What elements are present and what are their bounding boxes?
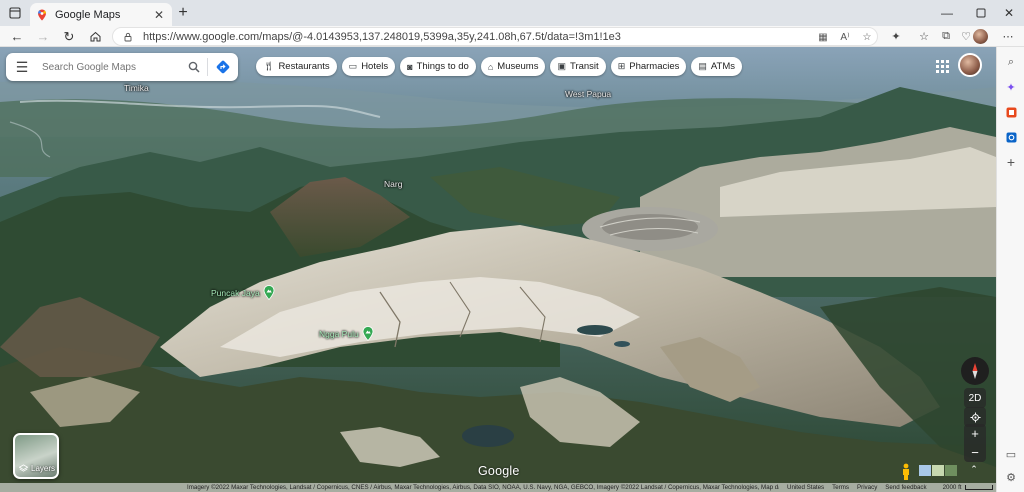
chip-restaurants[interactable]: 🍴︎ Restaurants xyxy=(256,57,337,76)
browser-tab[interactable]: Google Maps ✕ xyxy=(30,3,172,26)
address-bar[interactable]: https://www.google.com/maps/@-4.0143953,… xyxy=(112,27,878,46)
read-aloud-icon[interactable]: A⁾ xyxy=(835,28,855,47)
poi-ngga-pulu[interactable]: Ngga Pulu xyxy=(319,326,374,341)
browser-titlebar: Google Maps ✕ + — ✕ xyxy=(0,0,1024,26)
chip-museums[interactable]: ⌂ Museums xyxy=(480,57,546,76)
chip-transit[interactable]: ▣ Transit xyxy=(550,57,606,76)
chip-label: Pharmacies xyxy=(629,61,680,72)
office-icon[interactable] xyxy=(1002,103,1020,121)
privacy-link[interactable]: Privacy xyxy=(857,484,877,491)
poi-label: Ngga Pulu xyxy=(319,328,359,339)
apps-grid-icon[interactable]: ▦ xyxy=(813,28,833,47)
search-box[interactable]: ☰ xyxy=(6,53,238,81)
edge-sidebar: ⌕ ✦ + ▭ ⚙ xyxy=(996,47,1024,492)
chip-label: ATMs xyxy=(710,61,736,72)
bus-icon: ▣ xyxy=(557,61,566,71)
forward-icon[interactable]: → xyxy=(33,27,53,46)
minimize-icon[interactable]: — xyxy=(932,0,962,26)
region-link[interactable]: United States xyxy=(787,484,824,491)
new-tab-icon[interactable]: + xyxy=(175,4,191,22)
scale-bar[interactable]: 2000 ft xyxy=(943,484,993,491)
poi-puncak-jaya[interactable]: Puncak Jaya xyxy=(211,285,275,300)
museum-icon: ⌂ xyxy=(487,61,494,72)
search-icon[interactable] xyxy=(181,53,207,81)
directions-icon[interactable] xyxy=(208,53,238,81)
chip-atms[interactable]: ▤ ATMs xyxy=(691,57,743,76)
home-icon[interactable] xyxy=(85,27,105,46)
mountain-pin-icon xyxy=(263,285,275,300)
chip-label: Restaurants xyxy=(278,61,330,72)
zoom-in-button[interactable]: + xyxy=(964,424,986,443)
favorite-star-icon[interactable]: ☆ xyxy=(857,28,877,47)
chip-hotels[interactable]: ▭ Hotels xyxy=(341,57,396,76)
settings-gear-icon[interactable]: ⚙ xyxy=(1002,468,1020,486)
search-sidebar-icon[interactable]: ⌕ xyxy=(1002,53,1020,71)
expand-icon[interactable]: ⌃ xyxy=(966,464,982,478)
outlook-icon[interactable] xyxy=(1002,128,1020,146)
google-logo: Google xyxy=(478,464,520,478)
compass-icon xyxy=(972,363,978,379)
hamburger-menu-icon[interactable]: ☰ xyxy=(6,59,38,76)
pill-icon: ⊞ xyxy=(617,61,626,71)
extensions-icon[interactable]: ✦ xyxy=(886,27,906,46)
collections-icon[interactable]: ⧉ xyxy=(936,27,956,46)
profile-avatar[interactable] xyxy=(973,29,988,44)
layers-button[interactable]: Layers xyxy=(13,433,59,479)
pegman-icon[interactable] xyxy=(900,463,912,481)
scale-label: 2000 ft xyxy=(942,484,962,491)
view-2d-button[interactable]: 2D xyxy=(964,388,986,408)
reload-icon[interactable]: ↻ xyxy=(59,27,79,46)
category-chips: 🍴︎ Restaurants ▭ Hotels ◙ Things to do ⌂ Mus… xyxy=(256,57,743,76)
favorites-icon[interactable]: ☆ xyxy=(914,27,934,46)
tab-title: Google Maps xyxy=(55,8,121,21)
place-label-timika[interactable]: Timika xyxy=(124,83,149,93)
imagery-thumbnails[interactable] xyxy=(919,465,957,476)
zoom-out-button[interactable]: − xyxy=(964,443,986,462)
google-maps-favicon-icon xyxy=(38,9,46,20)
bed-icon: ▭ xyxy=(348,61,358,71)
camera-icon: ◙ xyxy=(407,61,413,72)
attribution-text: Imagery ©2022 Maxar Technologies, Landsa… xyxy=(187,484,779,491)
terms-link[interactable]: Terms xyxy=(832,484,849,491)
chip-things-to-do[interactable]: ◙ Things to do xyxy=(400,57,476,76)
poi-label: Puncak Jaya xyxy=(211,287,260,298)
account-avatar[interactable] xyxy=(958,53,982,77)
compass-button[interactable] xyxy=(961,357,989,385)
layers-label: Layers xyxy=(31,464,56,473)
close-window-icon[interactable]: ✕ xyxy=(994,0,1024,26)
chip-label: Transit xyxy=(570,61,599,72)
hide-sidebar-icon[interactable]: ▭ xyxy=(1002,445,1020,463)
tab-close-icon[interactable]: ✕ xyxy=(152,8,166,22)
zoom-controls: + − xyxy=(964,424,986,462)
layers-icon xyxy=(19,464,28,472)
maximize-icon[interactable] xyxy=(966,0,996,26)
chip-label: Things to do xyxy=(416,61,469,72)
map-footer: Imagery ©2022 Maxar Technologies, Landsa… xyxy=(0,483,996,492)
add-sidebar-app-icon[interactable]: + xyxy=(1002,153,1020,171)
mountain-pin-icon xyxy=(362,326,374,341)
place-label-narg[interactable]: Narg xyxy=(384,179,402,189)
cash-icon: ▤ xyxy=(698,61,707,71)
back-icon[interactable]: ← xyxy=(7,27,27,46)
window-menu-icon[interactable] xyxy=(0,0,30,26)
lock-icon xyxy=(124,32,132,41)
more-options-icon[interactable]: ⋯ xyxy=(998,27,1018,46)
discover-sparkle-icon[interactable]: ✦ xyxy=(1002,78,1020,96)
google-apps-icon[interactable] xyxy=(934,58,950,74)
browser-toolbar: ← → ↻ https://www.google.com/maps/@-4.01… xyxy=(0,26,1024,47)
place-label-west-papua[interactable]: West Papua xyxy=(565,89,611,99)
map-viewport[interactable]: ☰ 🍴︎Restaurants ▭Hotels ◙Things to do ⌂M… xyxy=(0,47,996,492)
satellite-terrain-image xyxy=(0,47,996,492)
fork-knife-icon: 🍴︎ xyxy=(263,61,275,71)
url-text: https://www.google.com/maps/@-4.0143953,… xyxy=(143,30,621,43)
chip-pharmacies[interactable]: ⊞ Pharmacies xyxy=(610,57,687,76)
chip-label: Hotels xyxy=(361,61,389,72)
search-input[interactable] xyxy=(38,61,181,73)
chip-label: Museums xyxy=(497,61,539,72)
send-feedback-link[interactable]: Send feedback xyxy=(885,484,926,491)
